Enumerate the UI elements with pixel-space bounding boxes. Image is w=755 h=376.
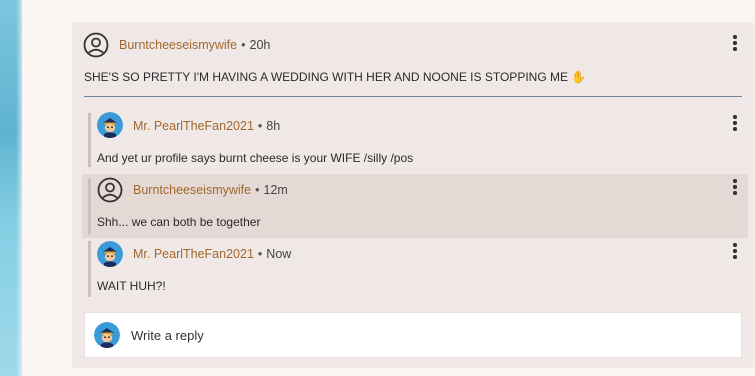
background-strip	[0, 0, 22, 376]
character-avatar	[94, 322, 120, 348]
more-options-icon[interactable]	[728, 241, 742, 261]
comment-text: WAIT HUH?!	[97, 279, 166, 293]
comment-thread: Burntcheeseismywife • 20h SHE'S SO PRETTY …	[72, 22, 754, 368]
more-options-icon[interactable]	[728, 113, 742, 133]
page-panel: Burntcheeseismywife • 20h SHE'S SO PRETTY …	[22, 0, 755, 376]
thread-divider	[84, 96, 742, 97]
reply-placeholder: Write a reply	[131, 328, 204, 343]
reply-comment: Mr. PearlTheFan2021 • Now WAIT HUH?!	[72, 238, 754, 300]
reply-comment: Mr. PearlTheFan2021 • 8h And yet ur profil…	[72, 110, 754, 170]
more-options-icon[interactable]	[728, 177, 742, 197]
username-link[interactable]: Burntcheeseismywife	[133, 183, 251, 197]
reply-comment: Burntcheeseismywife • 12m Shh... we can bo…	[72, 174, 754, 238]
comment-text: And yet ur profile says burnt cheese is …	[97, 151, 414, 165]
comment-meta: Burntcheeseismywife • 20h	[119, 38, 271, 52]
comment-meta: Mr. PearlTheFan2021 • 8h	[133, 119, 281, 133]
character-avatar[interactable]	[97, 112, 123, 138]
comment-text: SHE'S SO PRETTY I'M HAVING A WEDDING WIT…	[84, 70, 587, 84]
parent-comment: Burntcheeseismywife • 20h SHE'S SO PRETTY …	[72, 22, 754, 98]
username-link[interactable]: Mr. PearlTheFan2021	[133, 119, 254, 133]
username-link[interactable]: Mr. PearlTheFan2021	[133, 247, 254, 261]
comment-time: 8h	[266, 119, 281, 133]
comment-meta: Mr. PearlTheFan2021 • Now	[133, 247, 292, 261]
default-user-icon[interactable]	[97, 177, 123, 203]
reply-input[interactable]: Write a reply	[84, 312, 742, 358]
comment-time: 12m	[263, 183, 288, 197]
comment-meta: Burntcheeseismywife • 12m	[133, 183, 288, 197]
default-user-icon[interactable]	[83, 32, 109, 58]
comment-time: 20h	[249, 38, 271, 52]
more-options-icon[interactable]	[728, 33, 742, 53]
comment-time: Now	[266, 247, 292, 261]
character-avatar[interactable]	[97, 241, 123, 267]
username-link[interactable]: Burntcheeseismywife	[119, 38, 237, 52]
comment-text: Shh... we can both be together	[97, 215, 261, 229]
